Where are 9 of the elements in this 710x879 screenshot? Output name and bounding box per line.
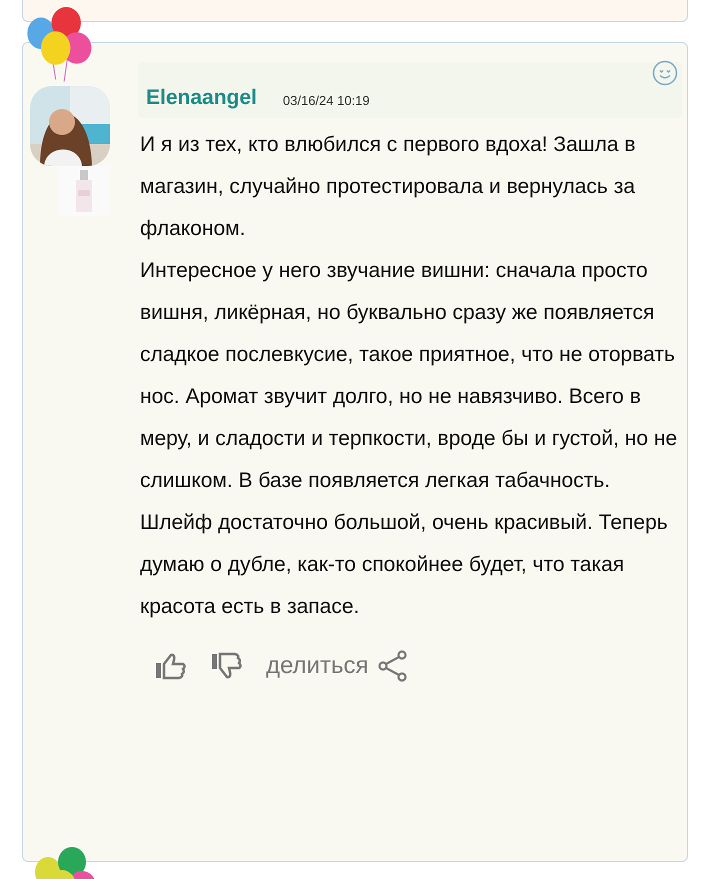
share-icon — [378, 650, 408, 682]
thumbs-down-icon[interactable] — [210, 651, 244, 681]
smiley-icon[interactable] — [652, 60, 678, 86]
comment-text: И я из тех, кто влюбился с первого вдоха! Зашла в магазин, случайно протестировала и вернулась за флаконом. — [140, 132, 637, 242]
comment-text: Интересное у него звучание вишни: сначала просто вишня, ликёрная, но буквально сразу же появляется сладкое послевкусие, такое приятное, что не оторвать нос. Аромат звучит долго, но не навязчиво. Всего в меру, и сладости и терпкости, вроде бы и густой, но не слишком. В базе появляется легкая табачность. Шлейф достаточно большой, очень красивый. Теперь думаю о дубле, как-то спокойнее будет, что такая красота есть в запасе. — [140, 258, 678, 620]
comment-date: 03/16/24 10:19 — [282, 94, 370, 107]
username-link[interactable]: Elenaangel — [146, 87, 257, 108]
share-button[interactable]: делиться — [266, 650, 408, 682]
thumbs-up-icon[interactable] — [154, 651, 188, 681]
